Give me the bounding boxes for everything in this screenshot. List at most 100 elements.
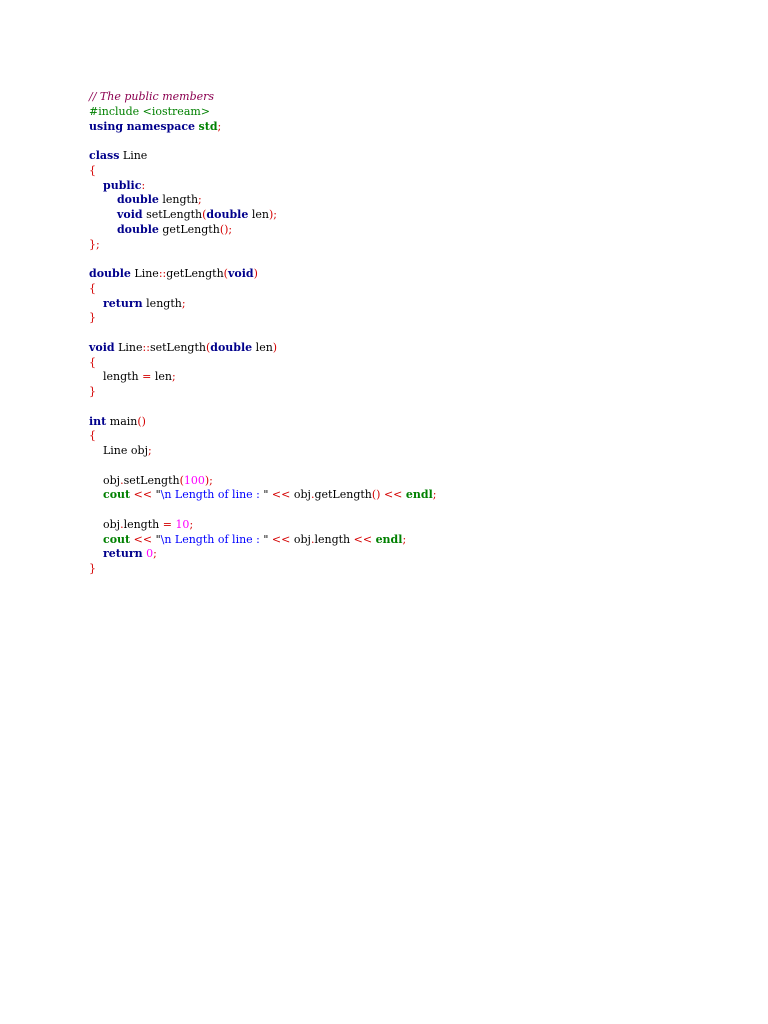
code-token: double [206,208,249,221]
code-token: getLength [314,488,372,502]
code-token: 10 [175,517,190,531]
code-token: }; [89,237,100,251]
code-line: double Line::getLength(void) [89,267,437,282]
code-token: obj [293,488,311,502]
code-token: endl [405,488,433,502]
code-line: // The public members [89,90,437,105]
code-token: { [89,429,96,443]
code-token: public [103,178,142,192]
code-line: } [89,562,437,577]
code-token: getLength [158,222,220,236]
code-line: cout << "\n Length of line : " << obj.le… [89,533,437,548]
code-token: getLength [166,267,224,280]
code-token: << [130,488,156,502]
code-line: length = len; [89,370,437,385]
code-token: ) [253,267,258,280]
code-token: len [151,370,172,384]
code-token: ; [171,370,176,384]
code-line: using namespace std; [89,120,437,135]
code-line: Line obj; [89,444,437,459]
code-token: Line [114,340,143,354]
code-token: (); [219,222,233,236]
code-token: = [142,370,152,384]
code-token: 100 [183,473,205,487]
code-token: setLength [123,473,180,487]
code-token: using [89,119,124,133]
code-token: } [89,562,96,575]
code-token: ); [204,473,213,487]
code-token: double [116,193,159,207]
code-token: \n Length of line : [160,532,264,546]
code-token: double [116,222,159,236]
code-line: obj.length = 10; [89,518,437,533]
code-token: { [89,355,96,369]
code-token: class [89,149,120,162]
code-token: { [89,281,96,295]
code-token: namespace [126,119,196,133]
code-token: void [89,340,115,354]
code-token: cout [103,532,131,546]
code-token: double [89,267,131,280]
code-token: ; [153,547,157,561]
code-token: :: [142,340,150,354]
code-line: #include <iostream> [89,105,437,120]
code-token: ); [268,208,277,221]
code-token: } [89,385,96,398]
code-token: = [162,517,172,531]
code-line: double getLength(); [89,223,437,238]
code-token: ; [217,119,222,133]
code-token: return [103,547,143,561]
code-token: main [106,414,138,428]
code-line: cout << "\n Length of line : " << obj.ge… [89,488,437,503]
code-token: length [142,296,182,310]
code-line: return 0; [89,547,437,562]
code-line: } [89,311,437,326]
code-token: ; [181,296,186,310]
code-token: ) [272,340,278,354]
code-token: obj [293,532,311,546]
code-token: { [89,163,96,177]
code-token: << [268,532,294,546]
code-token: double [210,340,253,354]
code-line: void setLength(double len); [89,208,437,223]
code-token: length [89,370,143,384]
code-line: { [89,356,437,371]
code-line: double length; [89,193,437,208]
code-token: } [89,311,96,325]
code-token: cout [103,488,131,502]
code-token: << [380,488,406,502]
code-token: len [248,208,269,221]
code-token: void [116,208,143,221]
code-token: \n Length of line : [160,488,264,502]
code-token: obj [89,473,121,487]
code-token: setLength [142,208,203,221]
code-token: endl [375,532,403,546]
code-token: ; [198,193,202,207]
code-token: : [141,178,146,192]
code-token: length [314,532,351,546]
code-token: Line [119,149,148,162]
code-line: { [89,282,437,297]
code-line: obj.setLength(100); [89,474,437,489]
code-line: { [89,429,437,444]
code-token: void [227,267,254,280]
code-line: void Line::setLength(double len) [89,341,437,356]
code-line: { [89,164,437,179]
code-line: } [89,385,437,400]
code-token: setLength [149,340,206,354]
code-token: int [89,414,107,428]
code-token: std [198,119,218,133]
code-token: () [137,414,146,428]
code-line: int main() [89,415,437,430]
code-token: #include <iostream> [89,104,211,118]
